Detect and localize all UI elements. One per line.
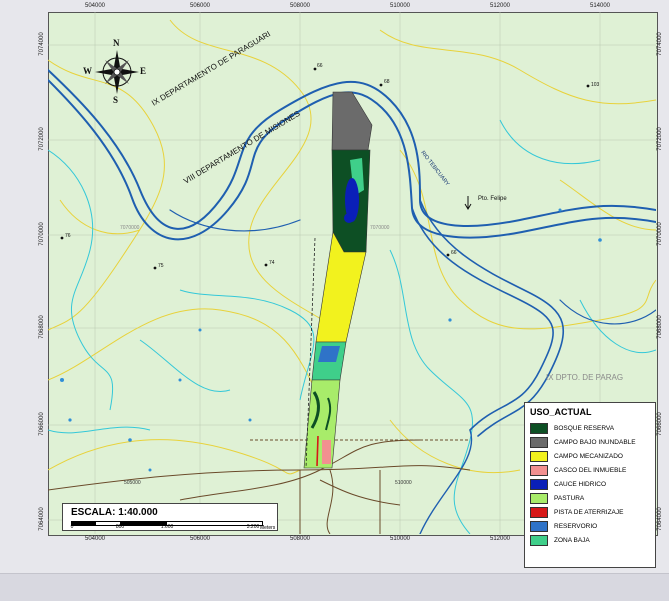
legend-panel: USO_ACTUAL BOSQUE RESERVA CAMPO BAJO INUN… [524,402,656,568]
legend-label: PASTURA [554,494,585,502]
legend-swatch [530,492,548,504]
legend-label: CAMPO MECANIZADO [554,452,623,460]
scale-title: ESCALA: 1:40.000 [71,507,158,518]
legend-title: USO_ACTUAL [530,407,592,417]
legend-swatch [530,450,548,462]
legend-item: RESERVORIO [530,519,650,533]
inner-easting-1: 505000 [124,480,141,486]
spot-height-3: 103 [591,82,600,88]
label-pto-felipe: Pto. Felipe [478,196,507,202]
inner-northing-2: 7070000 [370,225,390,231]
zone-campo-bajo-inundable [331,91,373,151]
scale-tick-0: 0 [70,524,74,530]
scale-tick-2: 1.600 [160,524,174,530]
scale-unit: Meters [260,525,276,531]
zone-casco-del-inmueble [322,440,331,464]
inner-northing-1: 7070000 [120,225,140,231]
legend-item: ZONA BAJA [530,533,650,547]
legend-label: CAUCE HIDRICO [554,480,607,488]
legend-swatch [530,534,548,546]
legend-label: BOSQUE RESERVA [554,424,615,432]
property-parcel [303,91,373,469]
legend-item: CAUCE HIDRICO [530,477,650,491]
spot-height-1: 66 [317,63,323,69]
legend-label: CASCO DEL INMUEBLE [554,466,627,474]
legend-swatch [530,422,548,434]
legend-label: CAMPO BAJO INUNDABLE [554,438,636,446]
spot-height-2: 68 [384,79,390,85]
scale-tick-1: 800 [115,524,125,530]
compass-s-label: S [113,95,119,105]
zone-pista-de-aterrizaje [316,435,319,467]
legend-item: CAMPO MECANIZADO [530,449,650,463]
legend-swatch [530,520,548,532]
spot-height-6: 74 [269,260,275,266]
scale-tick-3: 3.200 [246,524,260,530]
spot-height-7: 66 [451,250,457,256]
inner-easting-2: 510000 [395,480,412,486]
map-screenshot: 504000 504000 506000 506000 508000 508000 5100… [0,0,669,601]
legend-item: PISTA DE ATERRIZAJE [530,505,650,519]
scale-box: ESCALA: 1:40.000 0 800 1.600 3.200 Meter… [62,503,278,531]
legend-item: PASTURA [530,491,650,505]
compass-n-label: N [113,38,120,48]
legend-label: ZONA BAJA [554,536,590,544]
legend-swatch [530,436,548,448]
legend-swatch [530,478,548,490]
label-faded-dept: IX DPTO. DE PARAG [546,373,624,382]
legend-item: CASCO DEL INMUEBLE [530,463,650,477]
legend-item: BOSQUE RESERVA [530,421,650,435]
legend-items: BOSQUE RESERVA CAMPO BAJO INUNDABLE CAMPO … [530,421,650,547]
legend-item: CAMPO BAJO INUNDABLE [530,435,650,449]
window-footer-bar [0,573,669,601]
compass-rose-icon [95,50,139,94]
legend-swatch [530,464,548,476]
compass-e-label: E [140,66,147,76]
spot-height-4: 76 [65,233,71,239]
compass-w-label: W [83,66,92,76]
legend-label: RESERVORIO [554,522,598,530]
legend-label: PISTA DE ATERRIZAJE [554,508,624,516]
spot-height-5: 75 [158,263,164,269]
legend-swatch [530,506,548,518]
pto-felipe-arrow [464,196,472,210]
